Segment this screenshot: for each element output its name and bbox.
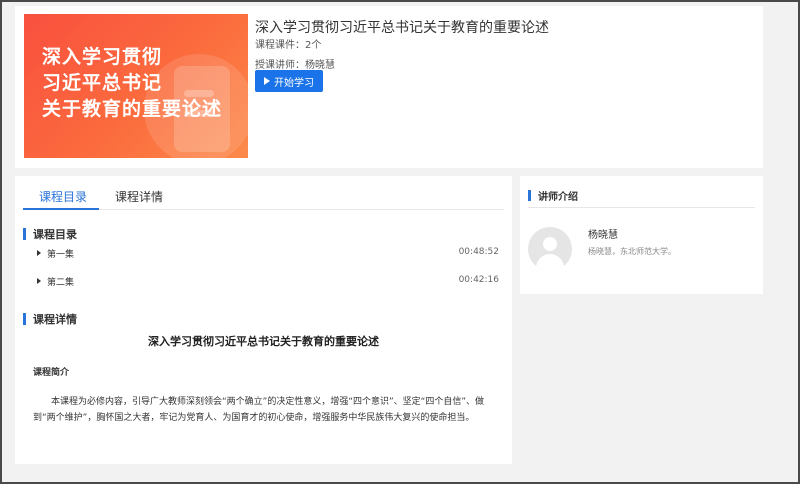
cover-line: 关于教育的重要论述	[42, 98, 223, 120]
course-cover-image[interactable]: 深入学习贯彻 习近平总书记 关于教育的重要论述	[24, 14, 248, 158]
play-icon	[264, 77, 270, 85]
details-heading-label: 课程详情	[33, 313, 77, 326]
heading-bar	[23, 228, 26, 240]
cover-text: 深入学习贯彻 习近平总书记 关于教育的重要论述	[42, 44, 242, 122]
teacher-card: 讲师介绍 杨晓慧 杨晓慧，东北师范大学。	[520, 176, 763, 294]
instructor-label: 授课讲师：杨晓慧	[255, 60, 335, 71]
avatar	[528, 227, 572, 271]
catalog-heading-label: 课程目录	[33, 228, 77, 241]
catalog-heading: 课程目录	[23, 226, 77, 242]
episode-item[interactable]: 第二集 00:42:16	[37, 275, 499, 289]
course-title: 深入学习贯彻习近平总书记关于教育的重要论述	[255, 20, 549, 36]
cover-line: 深入学习贯彻	[42, 46, 163, 68]
tab-catalog[interactable]: 课程目录	[39, 188, 87, 205]
episode-name: 第二集	[47, 278, 75, 288]
active-tab-indicator	[23, 208, 99, 210]
intro-text: 本课程为必修内容，引导广大教师深刻领会“两个确立”的决定性意义，增强“四个意识”…	[33, 397, 484, 423]
heading-bar	[23, 313, 26, 325]
episode-name: 第一集	[47, 250, 75, 260]
teacher-heading: 讲师介绍	[528, 184, 755, 208]
start-learning-button[interactable]: 开始学习	[255, 70, 323, 92]
avatar-head-shape	[543, 237, 557, 251]
cover-line: 习近平总书记	[42, 72, 163, 94]
teacher-name: 杨晓慧	[588, 230, 618, 241]
course-content-card: 课程目录 课程详情 课程目录 第一集 00:48:52 第二集 00:42:16…	[15, 176, 512, 464]
caret-right-icon	[37, 278, 41, 284]
lessons-count: 课程课件：2个	[255, 40, 322, 51]
teacher-heading-label: 讲师介绍	[538, 192, 578, 203]
details-heading: 课程详情	[23, 311, 77, 327]
start-learning-label: 开始学习	[274, 77, 314, 89]
episode-duration: 00:48:52	[458, 247, 499, 257]
intro-label: 课程简介	[33, 368, 70, 378]
details-title: 深入学习贯彻习近平总书记关于教育的重要论述	[148, 335, 379, 348]
teacher-description: 杨晓慧，东北师范大学。	[588, 247, 676, 256]
caret-right-icon	[37, 250, 41, 256]
course-header-card: 深入学习贯彻 习近平总书记 关于教育的重要论述 深入学习贯彻习近平总书记关于教育…	[15, 6, 763, 168]
tab-details[interactable]: 课程详情	[115, 188, 163, 205]
episode-duration: 00:42:16	[458, 275, 499, 285]
episode-item[interactable]: 第一集 00:48:52	[37, 247, 499, 261]
course-tabs: 课程目录 课程详情	[23, 184, 504, 210]
heading-bar	[528, 190, 531, 201]
avatar-body-shape	[536, 254, 564, 271]
